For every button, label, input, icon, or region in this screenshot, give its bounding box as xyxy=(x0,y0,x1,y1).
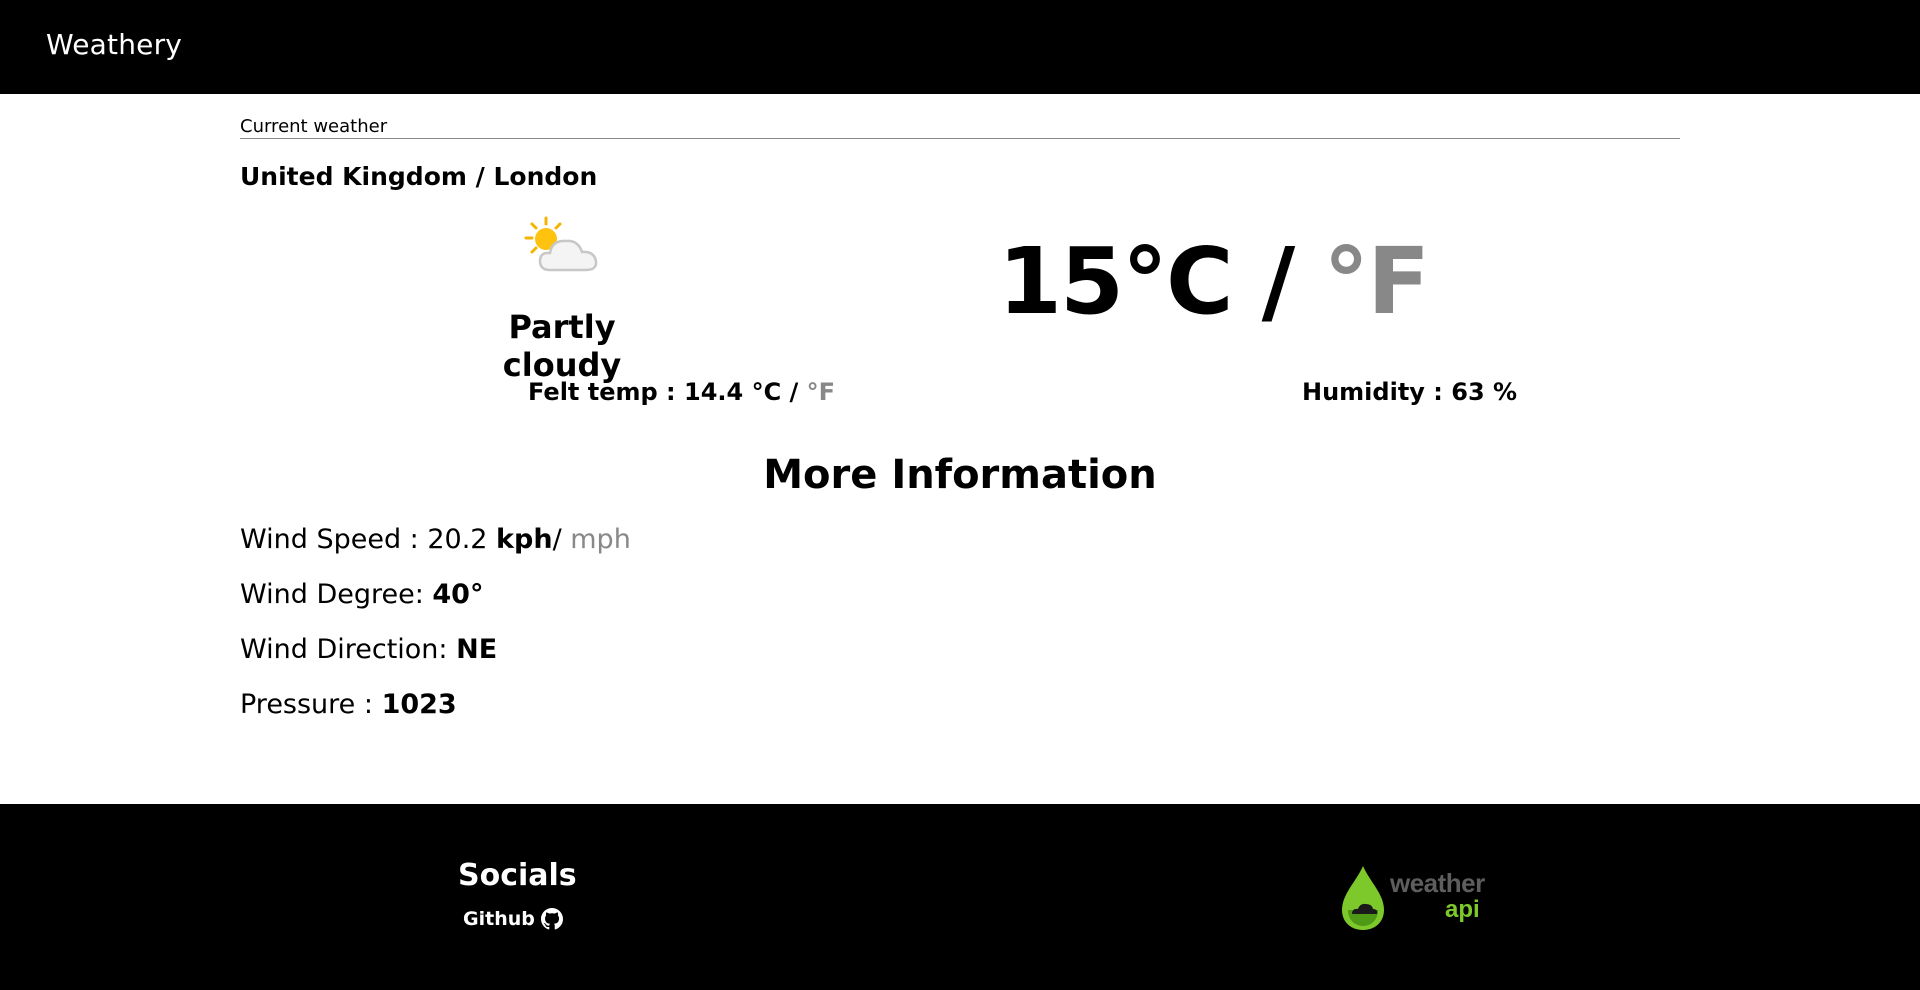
felt-fahrenheit-toggle[interactable]: °F xyxy=(807,378,835,406)
wind-degree-label: Wind Degree: xyxy=(240,579,433,610)
temperature-celsius: 15°C / xyxy=(998,228,1324,335)
wind-speed-unit-kph[interactable]: kph xyxy=(496,524,553,555)
logo-text-api: api xyxy=(1445,896,1480,923)
pressure-label: Pressure : xyxy=(240,689,382,720)
humidity-value: Humidity : 63 % xyxy=(1302,378,1518,406)
current-weather-section: Current weather United Kingdom / London … xyxy=(240,94,1680,804)
footer: Socials Github weather api xyxy=(0,804,1920,990)
felt-temp-label: Felt temp : 14.4 °C / xyxy=(528,378,807,406)
wind-speed-separator: / xyxy=(552,524,571,555)
wind-speed-row: Wind Speed : 20.2 kph/ mph xyxy=(240,524,631,555)
temperature-display: 15°C / °F xyxy=(998,228,1430,335)
github-icon xyxy=(540,908,563,930)
pressure-row: Pressure : 1023 xyxy=(240,689,457,720)
section-label: Current weather xyxy=(240,116,388,137)
temperature-fahrenheit-toggle[interactable]: °F xyxy=(1323,228,1430,335)
more-information-title: More Information xyxy=(763,452,1157,498)
pressure-value: 1023 xyxy=(381,689,457,720)
weatherapi-drop-icon xyxy=(1342,866,1384,930)
brand-logo-text[interactable]: Weathery xyxy=(46,28,182,61)
partly-cloudy-icon xyxy=(524,216,598,272)
location-title: United Kingdom / London xyxy=(240,162,598,191)
wind-direction-label: Wind Direction: xyxy=(240,634,457,665)
wind-degree-row: Wind Degree: 40° xyxy=(240,579,483,610)
wind-speed-label: Wind Speed : 20.2 xyxy=(240,524,497,555)
github-link[interactable]: Github xyxy=(463,908,563,930)
wind-direction-row: Wind Direction: NE xyxy=(240,634,497,665)
condition-text: Partly cloudy xyxy=(502,308,622,384)
wind-degree-value: 40° xyxy=(432,579,484,610)
weatherapi-logo[interactable]: weather api xyxy=(1340,862,1490,932)
wind-direction-value: NE xyxy=(456,634,498,665)
logo-text-weather: weather xyxy=(1390,868,1485,898)
github-label: Github xyxy=(463,908,535,930)
socials-title: Socials xyxy=(458,858,577,893)
top-navbar: Weathery xyxy=(0,0,1920,94)
felt-temperature: Felt temp : 14.4 °C / °F xyxy=(528,378,835,406)
wind-speed-unit-mph[interactable]: mph xyxy=(570,524,631,555)
divider xyxy=(240,138,1680,139)
